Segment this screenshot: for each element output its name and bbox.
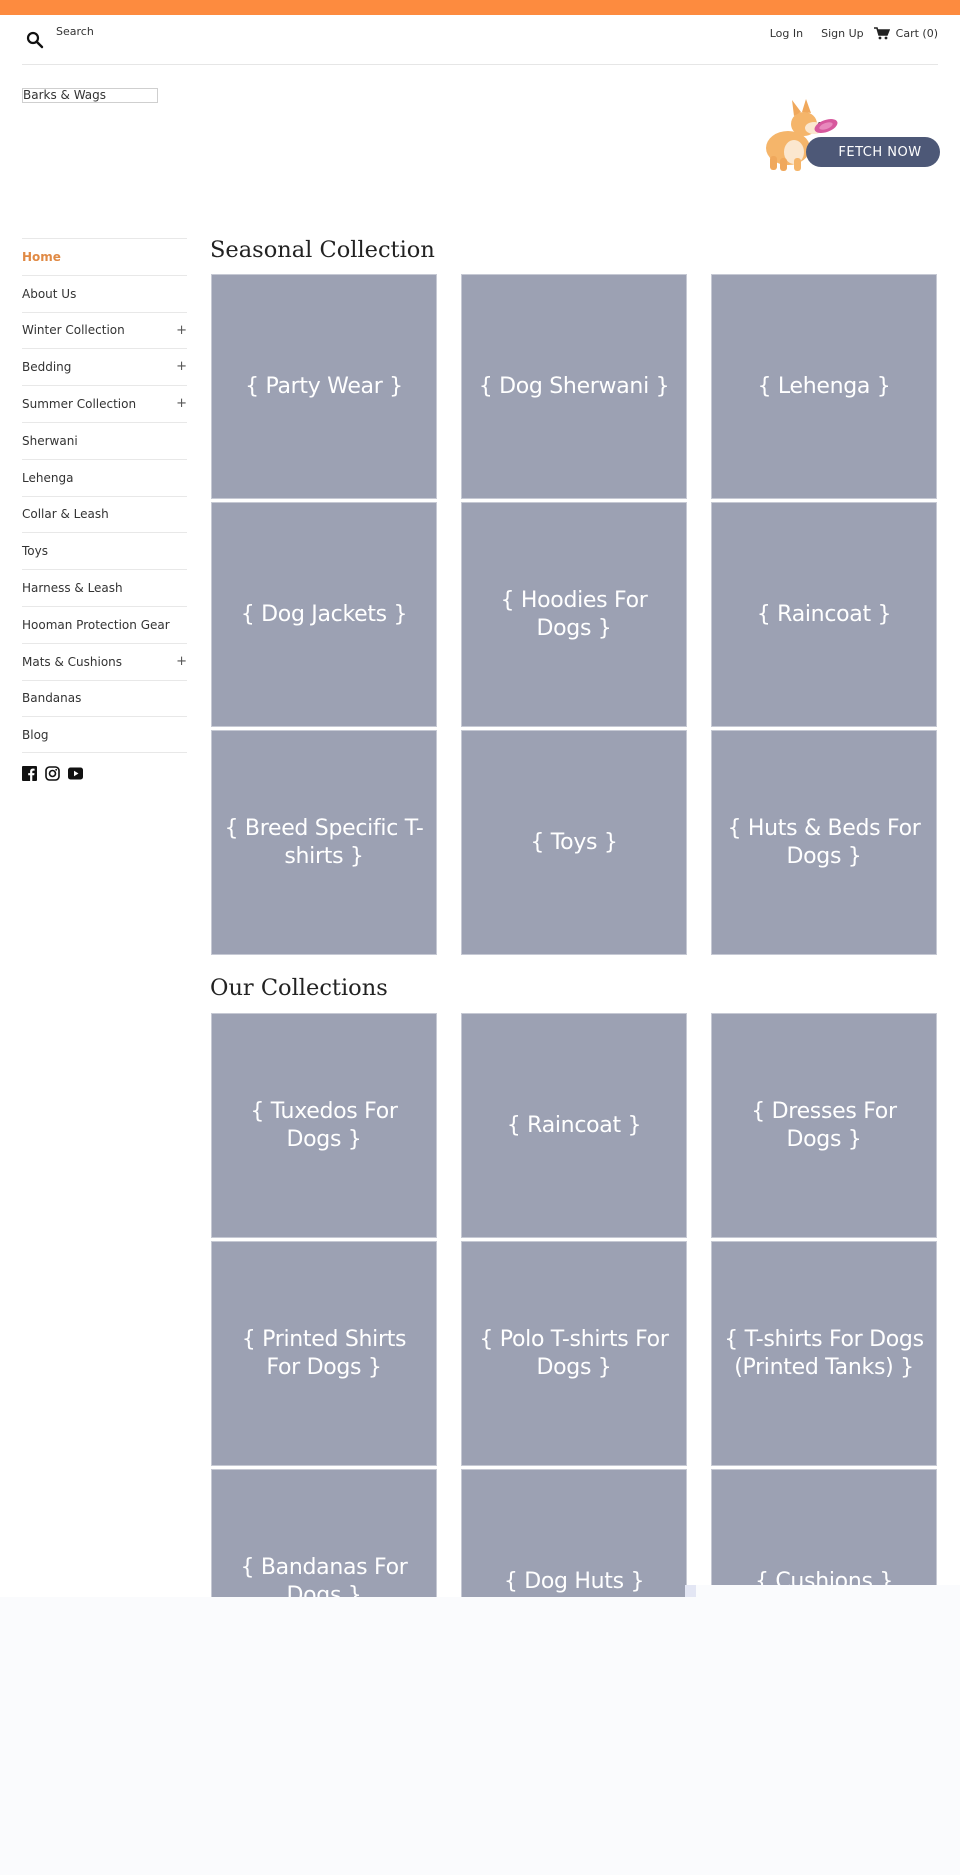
fetch-now-button[interactable]: FETCH NOW (806, 137, 940, 167)
fetch-now-promo[interactable]: FETCH NOW (756, 96, 940, 174)
announcement-bar (0, 0, 960, 15)
collection-tile-label: { T-shirts For Dogs (Printed Tanks) } (724, 1326, 924, 1380)
sidebar-item-mats-cushions[interactable]: Mats & Cushions + (22, 642, 187, 680)
seasonal-collection-grid: { Party Wear } { Dog Sherwani } { Lehenga … (211, 274, 938, 955)
sidebar-item-label: Blog (22, 727, 49, 742)
search-input[interactable]: Search (56, 25, 94, 38)
collection-tile[interactable]: { Breed Specific T-shirts } (211, 730, 437, 955)
bottom-overlay-panel (0, 1597, 960, 1875)
collection-tile[interactable]: { Huts & Beds For Dogs } (711, 730, 937, 955)
collection-tile-label: { Dresses For Dogs } (751, 1098, 897, 1152)
collection-tile[interactable]: { Dresses For Dogs } (711, 1013, 937, 1238)
collection-tile[interactable]: { Toys } (461, 730, 687, 955)
collection-tile[interactable]: { Lehenga } (711, 274, 937, 499)
sidebar-item-label: Harness & Leash (22, 581, 123, 596)
collection-tile-label: { Breed Specific T-shirts } (224, 815, 424, 869)
collection-tile-label: { Dog Jackets } (240, 601, 408, 627)
collection-tile[interactable]: { Hoodies For Dogs } (461, 502, 687, 727)
collection-tile-label: { Dog Sherwani } (478, 373, 670, 399)
collection-tile-label: { Lehenga } (757, 373, 891, 399)
sidebar-item-label: About Us (22, 286, 77, 301)
expand-plus-icon[interactable]: + (176, 323, 187, 338)
account-links: Log In Sign Up Cart (0) (752, 27, 938, 40)
sidebar-item-label: Toys (22, 544, 48, 559)
collection-tile[interactable]: { Printed Shirts For Dogs } (211, 1241, 437, 1466)
sidebar-item-label: Winter Collection (22, 323, 125, 338)
sidebar-item-home[interactable]: Home (22, 238, 187, 275)
collection-tile-label: { Polo T-shirts For Dogs } (479, 1326, 669, 1380)
facebook-icon[interactable] (22, 766, 37, 782)
section-title-our-collections: Our Collections (210, 975, 388, 1001)
instagram-icon[interactable] (45, 766, 60, 781)
collection-tile[interactable]: { T-shirts For Dogs (Printed Tanks) } (711, 1241, 937, 1466)
collection-tile[interactable]: { Dog Jackets } (211, 502, 437, 727)
sidebar-item-lehenga[interactable]: Lehenga (22, 458, 187, 496)
sidebar-item-sherwani[interactable]: Sherwani (22, 421, 187, 459)
sidebar-item-hooman-protection-gear[interactable]: Hooman Protection Gear (22, 605, 187, 643)
sidebar-item-bedding[interactable]: Bedding + (22, 348, 187, 385)
search-icon[interactable] (26, 31, 44, 49)
sidebar-item-summer-collection[interactable]: Summer Collection + (22, 385, 187, 422)
overlay-handle[interactable] (685, 1585, 696, 1597)
sidebar-item-label: Hooman Protection Gear (22, 617, 170, 632)
sidebar-item-blog[interactable]: Blog (22, 716, 187, 754)
sidebar-item-label: Home (22, 249, 61, 264)
sidebar-item-label: Lehenga (22, 470, 74, 485)
collection-tile[interactable]: { Party Wear } (211, 274, 437, 499)
collection-tile[interactable]: { Raincoat } (461, 1013, 687, 1238)
signup-link[interactable]: Sign Up (821, 27, 864, 40)
expand-plus-icon[interactable]: + (176, 359, 187, 374)
collection-tile-label: { Party Wear } (245, 373, 403, 399)
section-title-seasonal: Seasonal Collection (210, 237, 435, 263)
sidebar-item-label: Collar & Leash (22, 507, 109, 522)
sidebar-item-toys[interactable]: Toys (22, 532, 187, 569)
store-logo[interactable]: Barks & Wags (22, 88, 158, 103)
cart-link[interactable]: Cart (0) (873, 27, 938, 40)
sidebar-item-label: Sherwani (22, 433, 78, 448)
sidebar-item-label: Bedding (22, 360, 72, 375)
collection-tile[interactable]: { Raincoat } (711, 502, 937, 727)
collection-tile[interactable]: { Tuxedos For Dogs } (211, 1013, 437, 1238)
collection-tile-label: { Toys } (530, 829, 618, 855)
sidebar-item-bandanas[interactable]: Bandanas (22, 679, 187, 717)
sidebar-item-about-us[interactable]: About Us (22, 274, 187, 312)
sidebar-item-label: Mats & Cushions (22, 654, 123, 669)
login-link[interactable]: Log In (770, 27, 803, 40)
collection-tile-label: { Dog Huts } (503, 1568, 645, 1594)
collection-tile[interactable]: { Polo T-shirts For Dogs } (461, 1241, 687, 1466)
collection-tile-label: { Huts & Beds For Dogs } (727, 815, 921, 869)
sidebar-item-label: Bandanas (22, 691, 82, 706)
collection-tile-label: { Hoodies For Dogs } (500, 587, 648, 641)
collection-tile-label: { Printed Shirts For Dogs } (241, 1326, 407, 1380)
collection-tile-label: { Tuxedos For Dogs } (250, 1098, 398, 1152)
social-links (22, 766, 187, 782)
collection-tile-label: { Raincoat } (506, 1112, 642, 1138)
sidebar-item-harness-leash[interactable]: Harness & Leash (22, 569, 187, 606)
sidebar-nav: Home About Us Winter Collection + Bedding + Su… (22, 238, 187, 782)
collection-tile[interactable]: { Dog Sherwani } (461, 274, 687, 499)
sidebar-item-label: Summer Collection (22, 397, 137, 412)
cart-icon (873, 27, 890, 40)
expand-plus-icon[interactable]: + (176, 654, 187, 669)
cart-label: Cart (0) (895, 27, 938, 40)
collection-tile-label: { Raincoat } (756, 601, 892, 627)
sidebar-item-winter-collection[interactable]: Winter Collection + (22, 311, 187, 349)
expand-plus-icon[interactable]: + (176, 396, 187, 411)
youtube-icon[interactable] (68, 766, 83, 781)
sidebar-item-collar-leash[interactable]: Collar & Leash (22, 495, 187, 533)
site-header: Search Log In Sign Up Cart (0) (22, 15, 938, 65)
